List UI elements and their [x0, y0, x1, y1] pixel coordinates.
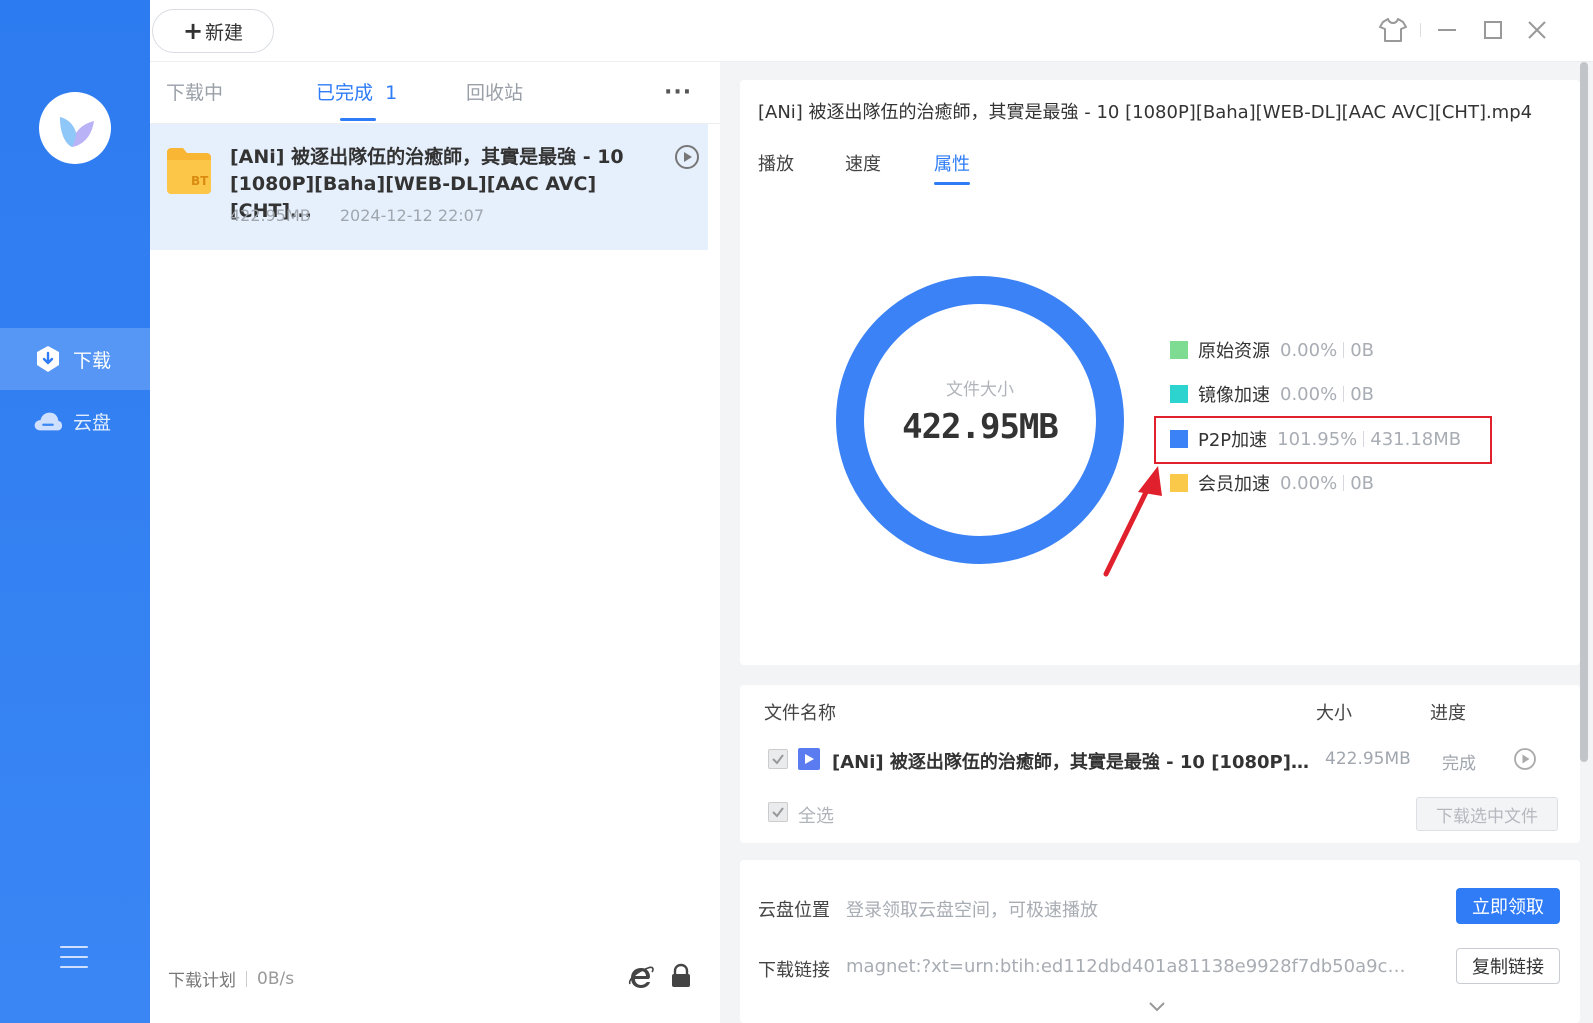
legend-percent: 0.00%: [1280, 383, 1338, 405]
download-speed: 0B/s: [257, 968, 295, 989]
minimize-icon: [1438, 29, 1456, 31]
sidebar-item-label: 云盘: [73, 411, 112, 434]
task-list-panel: 下载中 已完成 1 回收站 ··· BT [ANi] 被逐出隊伍的治癒師，其實是…: [150, 62, 720, 1023]
annotation-arrow: [1103, 466, 1162, 577]
legend-percent: 0.00%: [1280, 472, 1338, 494]
claim-now-button[interactable]: 立即领取: [1456, 888, 1560, 924]
select-all-label: 全选: [798, 806, 834, 827]
chevron-down-icon[interactable]: [1147, 1000, 1167, 1014]
close-icon: [1528, 21, 1546, 39]
download-shield-icon: [33, 344, 63, 374]
cloud-link-card: 云盘位置 登录领取云盘空间，可极速播放 立即领取 下载链接 magnet:?xt…: [740, 860, 1580, 1023]
legend-swatch: [1170, 385, 1188, 403]
tab-play[interactable]: 播放: [758, 150, 794, 176]
hamburger-menu-icon[interactable]: [60, 946, 88, 970]
file-row-name: [ANi] 被逐出隊伍的治癒師，其實是最強 - 10 [1080P][B...: [832, 752, 1312, 773]
task-tabs: 下载中 已完成 1 回收站 ···: [150, 62, 720, 124]
legend-name: 原始资源: [1198, 341, 1270, 362]
file-checkbox[interactable]: [768, 749, 788, 769]
tab-speed[interactable]: 速度: [845, 150, 881, 176]
legend-swatch: [1170, 474, 1188, 492]
play-task-button[interactable]: [674, 144, 700, 170]
bird-logo-icon: [60, 117, 94, 147]
legend-size: 0B: [1350, 383, 1374, 405]
file-row-size: 422.95MB: [1325, 749, 1411, 769]
tshirt-icon: [1379, 18, 1407, 42]
tab-completed-count: 1: [385, 82, 398, 104]
legend-origin: 原始资源 0.00% 0B: [1170, 338, 1374, 362]
task-size: 422.95MB: [230, 206, 311, 225]
download-link-label: 下载链接: [758, 960, 830, 981]
copy-link-button[interactable]: 复制链接: [1456, 948, 1560, 984]
sidebar-item-download[interactable]: 下载: [0, 328, 150, 390]
new-task-label: 新建: [205, 21, 244, 44]
download-plan-link[interactable]: 下载计划: [168, 966, 236, 991]
new-task-button[interactable]: + 新建: [152, 9, 274, 53]
legend-percent: 0.00%: [1280, 339, 1338, 361]
select-all-checkbox[interactable]: [768, 802, 788, 822]
detail-tab-indicator: [934, 182, 970, 185]
legend-size: 0B: [1350, 339, 1374, 361]
tab-recycle-bin[interactable]: 回收站: [466, 78, 523, 105]
task-meta: 422.95MB 2024-12-12 22:07: [230, 206, 484, 225]
legend-swatch: [1170, 341, 1188, 359]
legend-divider: [1343, 475, 1345, 491]
download-selected-button[interactable]: 下载选中文件: [1416, 797, 1558, 831]
tab-properties[interactable]: 属性: [934, 150, 970, 176]
title-divider: [1418, 14, 1422, 46]
lock-icon[interactable]: [669, 963, 693, 989]
minimize-button[interactable]: [1432, 14, 1462, 46]
top-bar: + 新建: [150, 0, 1593, 62]
maximize-icon: [1484, 21, 1502, 39]
tab-downloading[interactable]: 下载中: [166, 78, 223, 105]
bt-badge: BT: [191, 174, 209, 188]
download-plan-bar: 下载计划 0B/s: [168, 966, 295, 992]
cloud-drive-icon: [33, 406, 63, 436]
legend-name: 会员加速: [1198, 474, 1270, 495]
plus-icon: +: [182, 17, 204, 45]
detail-scrollbar[interactable]: [1578, 62, 1590, 762]
sidebar-item-cloud[interactable]: 云盘: [0, 390, 150, 452]
skin-button[interactable]: [1378, 14, 1408, 46]
file-size-donut: 文件大小 422.95MB: [835, 275, 1125, 565]
more-options-icon[interactable]: ···: [664, 80, 692, 105]
legend-member: 会员加速 0.00% 0B: [1170, 471, 1374, 495]
donut-value: 422.95MB: [902, 407, 1059, 447]
col-header-name: 文件名称: [764, 703, 836, 724]
app-logo: [39, 92, 111, 164]
col-header-progress: 进度: [1430, 703, 1466, 724]
bt-folder-icon: BT: [167, 148, 211, 194]
play-file-button[interactable]: [1513, 747, 1537, 771]
donut-label: 文件大小: [946, 380, 1014, 400]
cloud-location-value: 登录领取云盘空间，可极速播放: [846, 900, 1098, 921]
legend-divider: [1343, 386, 1345, 402]
browser-ie-icon[interactable]: [628, 964, 654, 990]
legend-divider: [1343, 342, 1345, 358]
legend-size: 0B: [1350, 472, 1374, 494]
sidebar: 下载 云盘: [0, 0, 150, 1023]
close-button[interactable]: [1522, 14, 1552, 46]
annotation-highlight-box: [1154, 416, 1492, 464]
file-list-card: 文件名称 大小 进度 [ANi] 被逐出隊伍的治癒師，其實是最強 - 10 [1…: [740, 685, 1580, 843]
check-icon: [772, 807, 784, 818]
file-row-status: 完成: [1442, 754, 1476, 774]
maximize-button[interactable]: [1478, 14, 1508, 46]
tab-completed[interactable]: 已完成 1: [316, 78, 397, 105]
check-icon: [772, 754, 784, 765]
cloud-location-label: 云盘位置: [758, 900, 830, 921]
tab-active-indicator: [340, 118, 376, 121]
download-link-value[interactable]: magnet:?xt=urn:btih:ed112dbd401a81138e99…: [846, 956, 1406, 977]
plan-divider: [246, 970, 247, 987]
col-header-size: 大小: [1316, 703, 1352, 724]
task-time: 2024-12-12 22:07: [339, 206, 485, 225]
detail-file-title: [ANi] 被逐出隊伍的治癒師，其實是最強 - 10 [1080P][Baha]…: [758, 102, 1533, 123]
legend-name: 镜像加速: [1198, 385, 1270, 406]
play-circle-icon: [1514, 748, 1536, 770]
sidebar-item-label: 下载: [73, 349, 112, 372]
tab-completed-label: 已完成: [316, 82, 374, 104]
scrollbar-thumb[interactable]: [1580, 62, 1588, 762]
legend-mirror: 镜像加速 0.00% 0B: [1170, 382, 1374, 406]
video-file-icon: [798, 748, 820, 770]
play-circle-icon: [675, 145, 699, 169]
